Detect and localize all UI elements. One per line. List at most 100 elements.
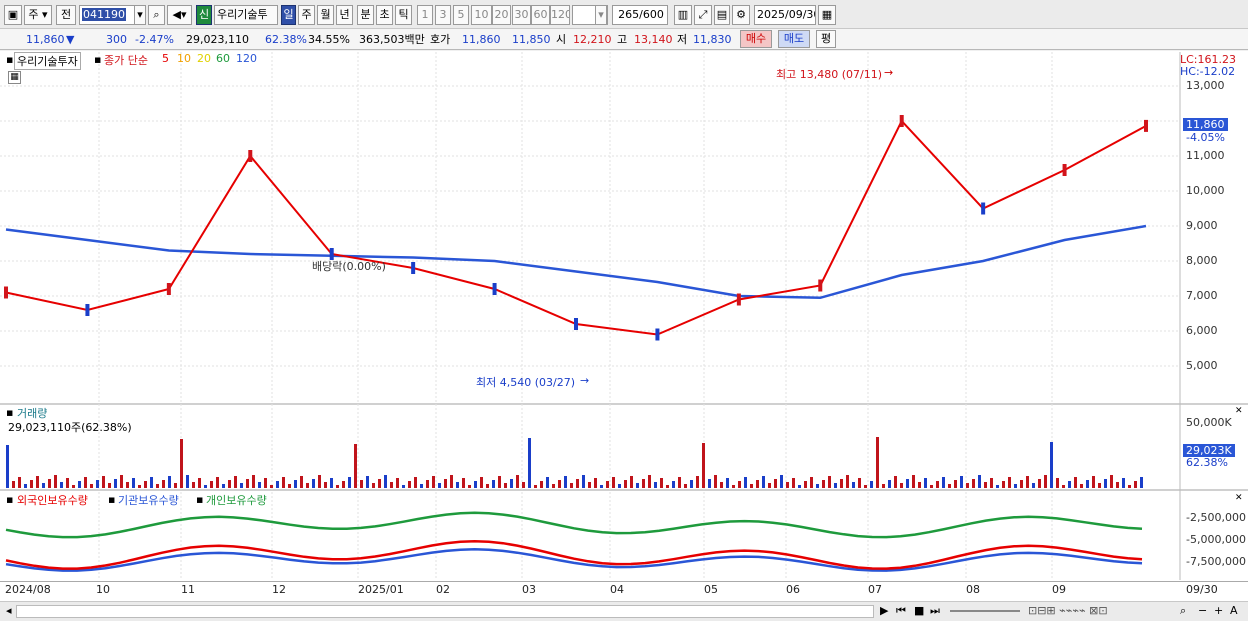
volume-bar xyxy=(102,476,105,488)
current-price-marker: 11,860 xyxy=(1183,118,1228,131)
volume-bar xyxy=(702,443,705,488)
volume-bar xyxy=(546,477,549,488)
volume-bar xyxy=(96,480,99,488)
y-tick: 8,000 xyxy=(1186,254,1218,267)
volume-bar xyxy=(18,477,21,488)
play-icon[interactable]: ▶ xyxy=(880,604,888,617)
volume-bar xyxy=(870,481,873,488)
y-tick: 7,000 xyxy=(1186,289,1218,302)
panel-separator xyxy=(0,403,1248,405)
volume-bar xyxy=(342,481,345,488)
volume-bar xyxy=(408,481,411,488)
zoom-slider[interactable] xyxy=(950,610,1020,612)
candle-bar xyxy=(1144,119,1148,132)
volume-bar xyxy=(1098,483,1101,488)
low-annotation: 최저 4,540 (03/27) xyxy=(476,376,576,389)
volume-bar xyxy=(1074,477,1077,488)
volume-bar xyxy=(846,475,849,488)
volume-bar xyxy=(708,479,711,488)
volume-bar xyxy=(1092,476,1095,488)
chart-controls-bar: ◂ ▶ ⏮ ■ ⏭ ⊡⊟⊞ ⌁⌁⌁⌁ ⊠⊡ ⌕ − + A xyxy=(0,601,1248,621)
volume-bar xyxy=(30,480,33,488)
volume-bar xyxy=(324,482,327,488)
volume-bar xyxy=(1134,481,1137,488)
stop-icon[interactable]: ■ xyxy=(914,604,924,617)
volume-bar xyxy=(918,482,921,488)
volume-bar xyxy=(810,477,813,488)
indicator-dot-icon: ▪ xyxy=(6,53,14,66)
volume-bar xyxy=(942,477,945,488)
volume-bar xyxy=(936,481,939,488)
x-tick: 10 xyxy=(96,583,110,596)
volume-bar xyxy=(444,479,447,488)
volume-bar xyxy=(558,480,561,488)
volume-bar xyxy=(132,478,135,488)
volume-bar xyxy=(426,480,429,488)
volume-bar xyxy=(714,475,717,488)
volume-bar xyxy=(1002,481,1005,488)
holder-close-icon[interactable]: ✕ xyxy=(1235,493,1243,503)
individual-holding-label[interactable]: 개인보유수량 xyxy=(206,492,267,508)
volume-bar xyxy=(1050,442,1053,488)
plus-icon[interactable]: + xyxy=(1214,604,1223,617)
volume-bar xyxy=(1020,480,1023,488)
ma-10-label: 10 xyxy=(177,52,191,65)
volume-bar xyxy=(882,484,885,488)
volume-bar xyxy=(366,476,369,488)
horizontal-scrollbar[interactable] xyxy=(16,605,874,618)
volume-bar xyxy=(786,482,789,488)
volume-bar xyxy=(762,476,765,488)
magnify-icon[interactable]: ⌕ xyxy=(1180,604,1186,618)
volume-bar xyxy=(474,481,477,488)
volume-bar xyxy=(954,480,957,488)
candle-bar xyxy=(4,286,8,299)
volume-bar xyxy=(888,480,891,488)
text-icon[interactable]: A xyxy=(1230,604,1238,617)
volume-bar xyxy=(678,477,681,488)
volume-bar xyxy=(534,485,537,488)
candle-bar xyxy=(85,304,90,316)
volume-bar xyxy=(1128,485,1131,488)
volume-bar xyxy=(1026,476,1029,488)
volume-value-label: 29,023,110주(62.38%) xyxy=(8,421,132,434)
institution-holding-label[interactable]: 기관보유수량 xyxy=(118,492,179,508)
volume-bar xyxy=(378,479,381,488)
volume-bar xyxy=(834,483,837,488)
tool-icons[interactable]: ⊡⊟⊞ ⌁⌁⌁⌁ ⊠⊡ xyxy=(1028,604,1108,617)
volume-bar xyxy=(36,476,39,488)
x-tick: 09 xyxy=(1052,583,1066,596)
volume-bar xyxy=(456,482,459,488)
volume-bar xyxy=(108,483,111,488)
x-tick: 06 xyxy=(786,583,800,596)
volume-bar xyxy=(120,475,123,488)
volume-bar xyxy=(618,484,621,488)
volume-close-icon[interactable]: ✕ xyxy=(1235,406,1243,416)
table-view-icon[interactable]: ▦ xyxy=(8,71,21,84)
volume-bar xyxy=(216,477,219,488)
volume-bar xyxy=(12,481,15,488)
volume-bar xyxy=(1104,479,1107,488)
rights-annotation: 배당락(0.00%) xyxy=(312,260,386,273)
volume-bar xyxy=(360,480,363,488)
volume-bar xyxy=(480,477,483,488)
volume-bar xyxy=(150,477,153,488)
volume-bar xyxy=(672,481,675,488)
x-tick: 03 xyxy=(522,583,536,596)
prev-icon[interactable]: ⏮ xyxy=(896,604,906,618)
price-panel-name[interactable]: 우리기술투자 xyxy=(14,52,81,70)
volume-bar xyxy=(294,480,297,488)
ma-5-label: 5 xyxy=(162,52,169,65)
volume-bar xyxy=(504,483,507,488)
holder-dot-icon: ▪ xyxy=(196,493,204,506)
volume-bar xyxy=(654,482,657,488)
next-icon[interactable]: ⏭ xyxy=(930,604,940,618)
y-tick: 10,000 xyxy=(1186,184,1225,197)
scroll-left-icon[interactable]: ◂ xyxy=(6,604,12,617)
volume-bar xyxy=(264,478,267,488)
volume-bar xyxy=(126,482,129,488)
chart-svg xyxy=(0,52,1248,580)
foreign-holding-label[interactable]: 외국인보유수량 xyxy=(17,492,88,508)
y-tick: 13,000 xyxy=(1186,79,1225,92)
x-tick: 08 xyxy=(966,583,980,596)
minus-icon[interactable]: − xyxy=(1198,604,1207,617)
